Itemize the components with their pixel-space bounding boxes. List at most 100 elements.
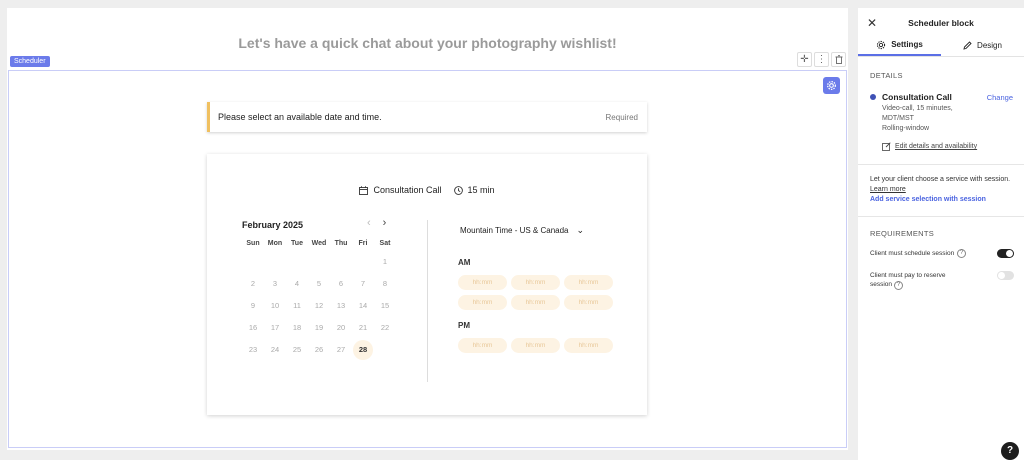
time-slot[interactable]: hh:mm xyxy=(564,295,613,310)
calendar-empty-cell xyxy=(308,251,330,273)
calendar-month: February 2025 xyxy=(242,220,304,230)
calendar-day[interactable]: 28 xyxy=(353,340,373,360)
tab-design[interactable]: Design xyxy=(941,35,1024,56)
calendar-day[interactable]: 1 xyxy=(374,251,396,273)
require-schedule-label: Client must schedule session xyxy=(870,250,955,257)
calendar-day[interactable]: 25 xyxy=(286,339,308,361)
panel-tabs: Settings Design xyxy=(858,35,1024,57)
pm-label: PM xyxy=(458,321,470,330)
pencil-icon xyxy=(963,41,972,50)
calendar-day[interactable]: 14 xyxy=(352,295,374,317)
calendar-day[interactable]: 18 xyxy=(286,317,308,339)
time-slot[interactable]: hh:mm xyxy=(511,275,560,290)
calendar-empty-cell xyxy=(374,339,396,361)
required-label: Required xyxy=(605,112,638,122)
time-slot[interactable]: hh:mm xyxy=(564,338,613,353)
timezone-label: Mountain Time - US & Canada xyxy=(460,226,569,235)
calendar-nav: ‹ › xyxy=(367,217,386,229)
more-options-icon[interactable]: ⋮ xyxy=(814,52,829,67)
block-tag: Scheduler xyxy=(10,56,50,67)
calendar-day[interactable]: 4 xyxy=(286,273,308,295)
learn-more-link[interactable]: Learn more xyxy=(870,186,906,193)
time-slot[interactable]: hh:mm xyxy=(458,295,507,310)
service-desc-line2: MDT/MST xyxy=(882,115,914,122)
calendar-day[interactable]: 23 xyxy=(242,339,264,361)
select-date-notice: Please select an available date and time… xyxy=(207,102,647,132)
calendar-empty-cell xyxy=(352,251,374,273)
require-schedule-row: Client must schedule session ? xyxy=(870,249,1014,258)
calendar-day[interactable]: 9 xyxy=(242,295,264,317)
timezone-select[interactable]: Mountain Time - US & Canada ⌄ xyxy=(460,225,584,236)
requirements-heading: REQUIREMENTS xyxy=(870,229,935,238)
calendar-day[interactable]: 24 xyxy=(264,339,286,361)
time-slot[interactable]: hh:mm xyxy=(511,295,560,310)
calendar-empty-cell xyxy=(264,251,286,273)
am-label: AM xyxy=(458,258,471,267)
calendar-day[interactable]: 8 xyxy=(374,273,396,295)
service-color-dot xyxy=(870,94,876,100)
calendar-day[interactable]: 21 xyxy=(352,317,374,339)
help-circle-icon[interactable]: ? xyxy=(957,249,967,258)
block-settings-gear-icon[interactable] xyxy=(823,77,840,94)
calendar-icon xyxy=(359,185,369,195)
calendar-day[interactable]: 20 xyxy=(330,317,352,339)
chevron-right-icon[interactable]: › xyxy=(383,217,387,229)
calendar-day[interactable]: 2 xyxy=(242,273,264,295)
help-button[interactable]: ? xyxy=(1001,442,1019,460)
divider xyxy=(858,164,1024,165)
scheduler-card: Consultation Call 15 min February 2025 ‹… xyxy=(207,154,647,415)
settings-panel: ✕ Scheduler block Settings Design DETAIL… xyxy=(858,8,1024,460)
calendar-empty-cell xyxy=(242,251,264,273)
change-service-link[interactable]: Change xyxy=(987,93,1013,102)
weekday-header: Fri xyxy=(358,240,368,247)
require-payment-toggle[interactable] xyxy=(997,271,1014,280)
calendar-day[interactable]: 16 xyxy=(242,317,264,339)
calendar-day[interactable]: 26 xyxy=(308,339,330,361)
block-toolbar: ✛ ⋮ xyxy=(797,52,846,67)
time-slot[interactable]: hh:mm xyxy=(458,275,507,290)
time-slot[interactable]: hh:mm xyxy=(511,338,560,353)
require-schedule-toggle[interactable] xyxy=(997,249,1014,258)
panel-service-name: Consultation Call xyxy=(882,92,952,102)
weekday-header: Sun xyxy=(246,240,260,247)
require-payment-row: Client must pay to reserve session ? xyxy=(870,271,1014,290)
service-desc-line3: Rolling-window xyxy=(882,125,930,132)
help-circle-icon[interactable]: ? xyxy=(893,281,903,290)
calendar-day[interactable]: 17 xyxy=(264,317,286,339)
service-desc-line1: Video-call, 15 minutes, xyxy=(882,105,953,112)
tab-design-label: Design xyxy=(977,41,1002,50)
calendar-day[interactable]: 11 xyxy=(286,295,308,317)
calendar-day[interactable]: 7 xyxy=(352,273,374,295)
add-service-selection-link[interactable]: Add service selection with session xyxy=(870,196,986,203)
divider xyxy=(427,220,428,382)
chevron-left-icon[interactable]: ‹ xyxy=(367,217,371,229)
am-slots: hh:mm hh:mm hh:mm hh:mm hh:mm hh:mm xyxy=(458,275,613,310)
page-headline[interactable]: Let's have a quick chat about your photo… xyxy=(7,35,848,51)
weekday-header: Tue xyxy=(291,240,303,247)
weekday-header: Mon xyxy=(267,240,283,247)
calendar-day[interactable]: 3 xyxy=(264,273,286,295)
editor-canvas: Let's have a quick chat about your photo… xyxy=(7,8,848,450)
calendar-day[interactable]: 13 xyxy=(330,295,352,317)
calendar-day[interactable]: 19 xyxy=(308,317,330,339)
calendar-empty-cell xyxy=(286,251,308,273)
calendar-day[interactable]: 12 xyxy=(308,295,330,317)
tab-settings[interactable]: Settings xyxy=(858,35,941,56)
calendar-day[interactable]: 22 xyxy=(374,317,396,339)
edit-details-label: Edit details and availability xyxy=(895,143,978,150)
calendar-day[interactable]: 27 xyxy=(330,339,352,361)
edit-details-link[interactable]: Edit details and availability xyxy=(882,142,977,151)
move-icon[interactable]: ✛ xyxy=(797,52,812,67)
calendar-day[interactable]: 10 xyxy=(264,295,286,317)
delete-icon[interactable] xyxy=(831,52,846,67)
weekday-header: Thu xyxy=(334,240,348,247)
tab-settings-label: Settings xyxy=(891,40,923,49)
time-slot[interactable]: hh:mm xyxy=(458,338,507,353)
service-name: Consultation Call xyxy=(373,185,442,195)
calendar-day[interactable]: 5 xyxy=(308,273,330,295)
pm-slots: hh:mm hh:mm hh:mm xyxy=(458,338,613,353)
calendar-day[interactable]: 6 xyxy=(330,273,352,295)
time-slot[interactable]: hh:mm xyxy=(564,275,613,290)
divider xyxy=(858,216,1024,217)
calendar-day[interactable]: 15 xyxy=(374,295,396,317)
